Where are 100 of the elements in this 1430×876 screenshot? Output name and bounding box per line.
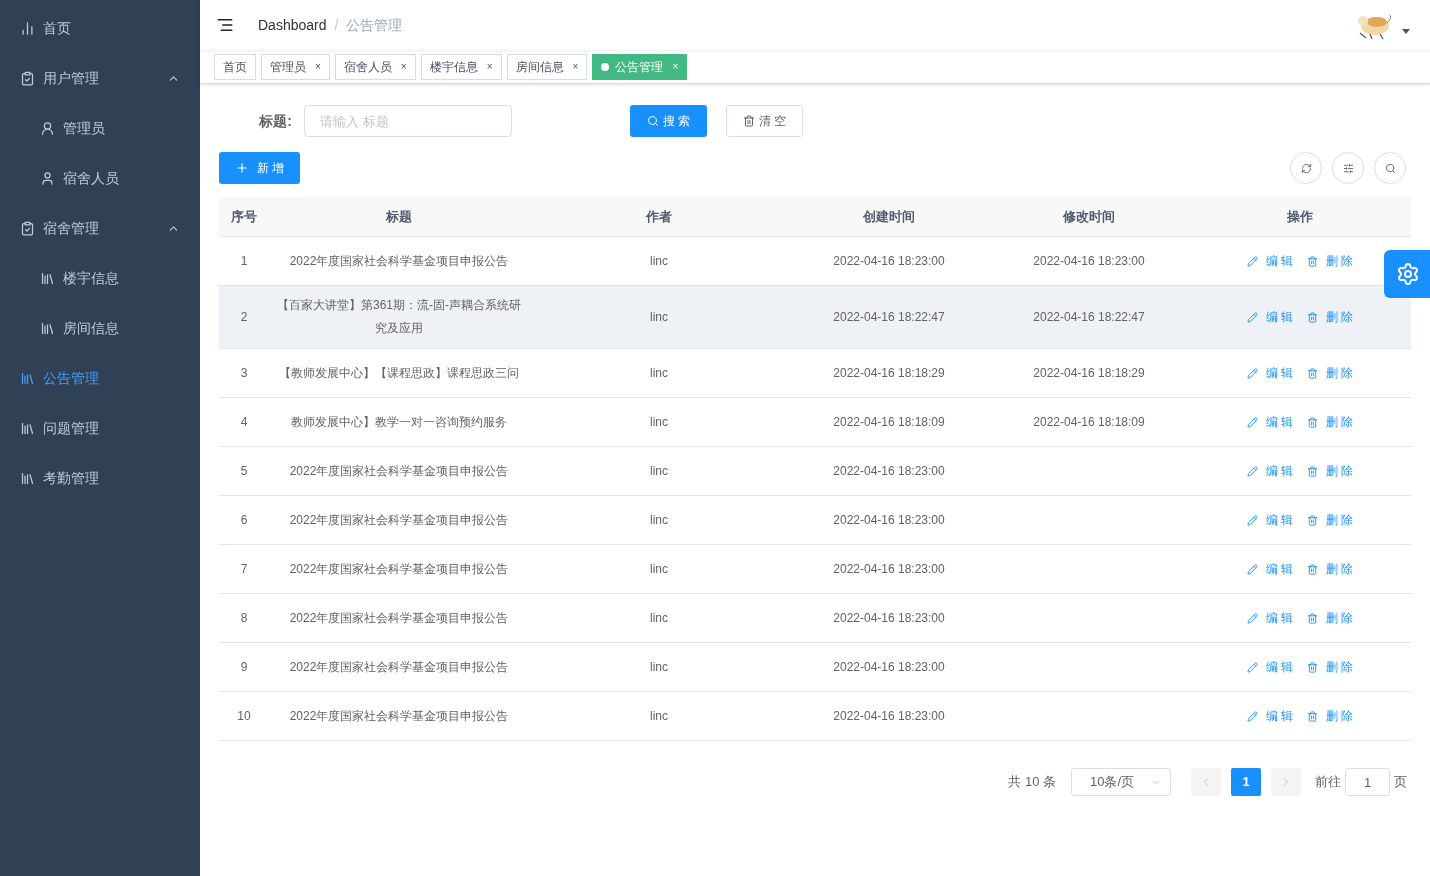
tag[interactable]: 首页 bbox=[214, 53, 256, 80]
page-input-field[interactable]: 1 bbox=[1345, 768, 1390, 796]
table-cell-text: 2022-04-16 18:22:47 bbox=[833, 309, 945, 326]
table-cell-text: linc bbox=[650, 561, 668, 578]
table-cell-text: linc bbox=[650, 309, 668, 326]
search-icon bbox=[646, 115, 659, 127]
sliders-icon bbox=[1342, 162, 1354, 174]
edit-button[interactable]: 编 辑 bbox=[1246, 560, 1293, 578]
delete-button[interactable]: 删 除 bbox=[1307, 707, 1354, 725]
clear-button[interactable]: 清 空 bbox=[726, 105, 803, 137]
delete-button[interactable]: 删 除 bbox=[1307, 658, 1354, 676]
table-cell-text: 2022-04-16 18:23:00 bbox=[1033, 253, 1145, 270]
pencil-icon bbox=[1246, 514, 1258, 526]
delete-button[interactable]: 删 除 bbox=[1307, 609, 1354, 627]
caret-icon[interactable] bbox=[1402, 28, 1410, 34]
settings-button[interactable] bbox=[1384, 250, 1430, 298]
page-unit-label: 页 bbox=[1394, 773, 1407, 792]
trash-icon bbox=[1307, 563, 1318, 575]
edit-button[interactable]: 编 辑 bbox=[1246, 462, 1293, 480]
close-icon[interactable]: × bbox=[572, 59, 579, 74]
table-cell-text: linc bbox=[650, 512, 668, 529]
page-size-select[interactable]: 10条/页 bbox=[1071, 768, 1171, 796]
table-cell-text: 2022-04-16 18:18:29 bbox=[1033, 365, 1145, 382]
table-cell-text: 2022年度国家社会科学基金项目申报公告 bbox=[289, 462, 509, 480]
table-cell-text: 2022-04-16 18:23:00 bbox=[833, 512, 945, 529]
goto-label: 前往 bbox=[1315, 773, 1341, 792]
column-header: 作者 bbox=[646, 207, 672, 226]
edit-button[interactable]: 编 辑 bbox=[1246, 252, 1293, 270]
close-icon[interactable]: × bbox=[315, 59, 321, 74]
delete-button[interactable]: 删 除 bbox=[1307, 252, 1354, 270]
table-cell-text: 5 bbox=[240, 463, 248, 480]
trash-icon bbox=[1307, 710, 1318, 722]
edit-button[interactable]: 编 辑 bbox=[1246, 658, 1293, 676]
field-label: 标题: bbox=[258, 111, 293, 131]
page-button[interactable]: 1 bbox=[1231, 768, 1261, 796]
delete-button[interactable]: 删 除 bbox=[1307, 308, 1354, 326]
refresh-icon bbox=[1300, 162, 1312, 174]
table-cell-text: 2022-04-16 18:23:00 bbox=[833, 561, 945, 578]
delete-button[interactable]: 删 除 bbox=[1307, 560, 1354, 578]
trash-icon bbox=[1307, 465, 1318, 477]
settings-icon bbox=[1396, 262, 1420, 286]
table-cell-text: 2022-04-16 18:22:47 bbox=[1033, 309, 1145, 326]
table-cell-text: linc bbox=[650, 365, 668, 382]
delete-button[interactable]: 删 除 bbox=[1307, 413, 1354, 431]
table-cell-text: 3 bbox=[240, 365, 248, 382]
edit-button[interactable]: 编 辑 bbox=[1246, 707, 1293, 725]
table-cell-text: 8 bbox=[240, 610, 248, 627]
edit-button[interactable]: 编 辑 bbox=[1246, 308, 1293, 326]
table-cell-text: 2022-04-16 18:18:09 bbox=[833, 414, 945, 431]
add-button[interactable]: 新 增 bbox=[219, 152, 300, 184]
table-cell-text: 教师发展中心】教学一对一咨询预约服务 bbox=[291, 413, 507, 431]
pencil-icon bbox=[1246, 416, 1258, 428]
pencil-icon bbox=[1246, 661, 1258, 673]
pencil-icon bbox=[1246, 612, 1258, 624]
close-icon[interactable]: × bbox=[672, 59, 679, 74]
tag[interactable]: 宿舍人员 × bbox=[334, 53, 416, 80]
clipboard-icon bbox=[20, 70, 35, 86]
table-cell-text: linc bbox=[650, 659, 668, 676]
trash-icon bbox=[742, 115, 755, 127]
table-cell-text: 2022-04-16 18:18:29 bbox=[833, 365, 945, 382]
table-cell-text: 2022年度国家社会科学基金项目申报公告 bbox=[289, 511, 509, 529]
column-header: 操作 bbox=[1287, 207, 1313, 226]
edit-button[interactable]: 编 辑 bbox=[1246, 609, 1293, 627]
trash-icon bbox=[1307, 514, 1318, 526]
user-icon bbox=[40, 120, 55, 136]
breadcrumb-separator: / bbox=[334, 15, 339, 35]
breadcrumb-item: 公告管理 bbox=[346, 15, 403, 35]
trash-icon bbox=[1307, 661, 1318, 673]
table-cell-text: 2022年度国家社会科学基金项目申报公告 bbox=[289, 609, 509, 627]
table-cell-text: 2022-04-16 18:18:09 bbox=[1033, 414, 1145, 431]
edit-button[interactable]: 编 辑 bbox=[1246, 364, 1293, 382]
books-icon bbox=[20, 470, 35, 486]
pencil-icon bbox=[1246, 465, 1258, 477]
tag[interactable]: 公告管理 × bbox=[592, 53, 688, 80]
close-icon[interactable]: × bbox=[486, 59, 493, 74]
trash-icon bbox=[1307, 367, 1318, 379]
table-cell-text: 2022年度国家社会科学基金项目申报公告 bbox=[289, 707, 509, 725]
edit-button[interactable]: 编 辑 bbox=[1246, 413, 1293, 431]
table-cell-text: 2022-04-16 18:23:00 bbox=[833, 610, 945, 627]
tag[interactable]: 房间信息 × bbox=[506, 53, 588, 80]
pencil-icon bbox=[1246, 563, 1258, 575]
delete-button[interactable]: 删 除 bbox=[1307, 462, 1354, 480]
delete-button[interactable]: 删 除 bbox=[1307, 511, 1354, 529]
close-icon[interactable]: × bbox=[400, 59, 407, 74]
pencil-icon bbox=[1246, 255, 1258, 267]
edit-button[interactable]: 编 辑 bbox=[1246, 511, 1293, 529]
table-cell-text: linc bbox=[650, 253, 668, 270]
breadcrumb-item[interactable]: Dashboard bbox=[258, 14, 327, 36]
delete-button[interactable]: 删 除 bbox=[1307, 364, 1354, 382]
tag[interactable]: 楼宇信息 × bbox=[420, 53, 502, 80]
table-cell-text: linc bbox=[650, 708, 668, 725]
plus-icon bbox=[234, 161, 249, 175]
tag[interactable]: 管理员 × bbox=[261, 53, 330, 80]
title-input-field[interactable]: 请输入 标题 bbox=[304, 105, 512, 137]
table-cell-text: 【教师发展中心】【课程思政】课程思政三问 bbox=[279, 364, 519, 382]
table-cell-text: 【百家大讲堂】第361期：流-固-声耦合系统研究及应用 bbox=[277, 297, 521, 337]
trash-icon bbox=[1307, 612, 1318, 624]
menu-icon[interactable] bbox=[216, 16, 234, 34]
search-button[interactable]: 搜 索 bbox=[630, 105, 707, 137]
column-header: 序号 bbox=[231, 207, 257, 226]
